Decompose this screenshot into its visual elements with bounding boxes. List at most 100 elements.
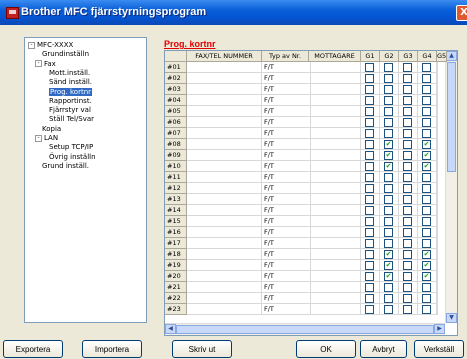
- group-checkbox[interactable]: [365, 228, 374, 237]
- number-type-cell[interactable]: F/T: [262, 238, 311, 249]
- tree-item[interactable]: - LAN: [35, 134, 58, 143]
- recipient-cell[interactable]: [309, 293, 361, 304]
- number-type-cell[interactable]: F/T: [262, 227, 311, 238]
- group-checkbox[interactable]: [403, 151, 412, 160]
- recipient-cell[interactable]: [309, 271, 361, 282]
- fax-number-cell[interactable]: [187, 205, 262, 216]
- fax-number-cell[interactable]: [187, 249, 262, 260]
- fax-number-cell[interactable]: [187, 238, 262, 249]
- group-checkbox[interactable]: [365, 195, 374, 204]
- group-checkbox[interactable]: [384, 206, 393, 215]
- group-checkbox[interactable]: [422, 173, 431, 182]
- group-checkbox[interactable]: [422, 85, 431, 94]
- vertical-scrollbar[interactable]: ▲ ▼: [445, 51, 457, 323]
- number-type-cell[interactable]: F/T: [262, 106, 311, 117]
- group-checkbox[interactable]: [365, 261, 374, 270]
- fax-number-cell[interactable]: [187, 227, 262, 238]
- number-type-cell[interactable]: F/T: [262, 95, 311, 106]
- number-type-cell[interactable]: F/T: [262, 172, 311, 183]
- group-checkbox[interactable]: [384, 228, 393, 237]
- group-checkbox[interactable]: [403, 305, 412, 314]
- tree-expander-icon[interactable]: -: [35, 60, 42, 68]
- group-checkbox[interactable]: [403, 96, 412, 105]
- fax-number-cell[interactable]: [187, 106, 262, 117]
- group-checkbox[interactable]: [422, 195, 431, 204]
- recipient-cell[interactable]: [309, 62, 361, 73]
- tree-item[interactable]: Kopia: [42, 125, 61, 134]
- group-checkbox[interactable]: [365, 272, 374, 281]
- export-button[interactable]: Exportera: [3, 340, 63, 358]
- recipient-cell[interactable]: [309, 183, 361, 194]
- group-checkbox[interactable]: [403, 250, 412, 259]
- number-type-cell[interactable]: F/T: [262, 150, 311, 161]
- fax-number-cell[interactable]: [187, 139, 262, 150]
- import-button[interactable]: Importera: [82, 340, 142, 358]
- column-header[interactable]: G3: [399, 51, 418, 62]
- group-checkbox[interactable]: [365, 140, 374, 149]
- group-checkbox[interactable]: [384, 74, 393, 83]
- fax-number-cell[interactable]: [187, 161, 262, 172]
- number-type-cell[interactable]: F/T: [262, 84, 311, 95]
- group-checkbox[interactable]: [422, 294, 431, 303]
- group-checkbox[interactable]: [422, 96, 431, 105]
- group-checkbox[interactable]: [384, 63, 393, 72]
- recipient-cell[interactable]: [309, 205, 361, 216]
- group-checkbox[interactable]: [403, 140, 412, 149]
- number-type-cell[interactable]: F/T: [262, 271, 311, 282]
- group-checkbox[interactable]: ✔: [422, 261, 431, 270]
- ok-button[interactable]: OK: [296, 340, 356, 358]
- number-type-cell[interactable]: F/T: [262, 117, 311, 128]
- column-header[interactable]: MOTTAGARE: [309, 51, 361, 62]
- group-checkbox[interactable]: [422, 239, 431, 248]
- print-button[interactable]: Skriv ut: [172, 340, 232, 358]
- group-checkbox[interactable]: [403, 118, 412, 127]
- fax-number-cell[interactable]: [187, 304, 262, 315]
- group-checkbox[interactable]: [365, 250, 374, 259]
- number-type-cell[interactable]: F/T: [262, 161, 311, 172]
- group-checkbox[interactable]: [365, 74, 374, 83]
- group-checkbox[interactable]: [384, 283, 393, 292]
- group-checkbox[interactable]: [365, 294, 374, 303]
- group-checkbox[interactable]: [365, 173, 374, 182]
- group-checkbox[interactable]: [403, 184, 412, 193]
- column-header[interactable]: FAX/TEL NUMMER: [187, 51, 262, 62]
- group-checkbox[interactable]: [403, 173, 412, 182]
- number-type-cell[interactable]: F/T: [262, 260, 311, 271]
- group-checkbox[interactable]: [403, 74, 412, 83]
- recipient-cell[interactable]: [309, 117, 361, 128]
- fax-number-cell[interactable]: [187, 216, 262, 227]
- group-checkbox[interactable]: [403, 206, 412, 215]
- group-checkbox[interactable]: [403, 217, 412, 226]
- number-type-cell[interactable]: F/T: [262, 282, 311, 293]
- group-checkbox[interactable]: [365, 63, 374, 72]
- group-checkbox[interactable]: [403, 239, 412, 248]
- number-type-cell[interactable]: F/T: [262, 194, 311, 205]
- group-checkbox[interactable]: [384, 173, 393, 182]
- tree-expander-icon[interactable]: -: [35, 134, 42, 142]
- fax-number-cell[interactable]: [187, 73, 262, 84]
- group-checkbox[interactable]: [384, 239, 393, 248]
- group-checkbox[interactable]: [365, 283, 374, 292]
- number-type-cell[interactable]: F/T: [262, 304, 311, 315]
- fax-number-cell[interactable]: [187, 172, 262, 183]
- group-checkbox[interactable]: [365, 151, 374, 160]
- fax-number-cell[interactable]: [187, 150, 262, 161]
- group-checkbox[interactable]: ✔: [422, 250, 431, 259]
- group-checkbox[interactable]: [403, 129, 412, 138]
- group-checkbox[interactable]: [422, 184, 431, 193]
- group-checkbox[interactable]: ✔: [384, 272, 393, 281]
- column-header[interactable]: Typ av Nr.: [262, 51, 309, 62]
- group-checkbox[interactable]: ✔: [384, 162, 393, 171]
- tree-item[interactable]: Sänd inställ.: [49, 78, 92, 87]
- number-type-cell[interactable]: F/T: [262, 183, 311, 194]
- group-checkbox[interactable]: [403, 261, 412, 270]
- recipient-cell[interactable]: [309, 161, 361, 172]
- group-checkbox[interactable]: [422, 228, 431, 237]
- group-checkbox[interactable]: [365, 118, 374, 127]
- recipient-cell[interactable]: [309, 150, 361, 161]
- horizontal-scrollbar[interactable]: ◀ ▶: [165, 323, 445, 335]
- recipient-cell[interactable]: [309, 128, 361, 139]
- number-type-cell[interactable]: F/T: [262, 73, 311, 84]
- number-type-cell[interactable]: F/T: [262, 128, 311, 139]
- group-checkbox[interactable]: [422, 217, 431, 226]
